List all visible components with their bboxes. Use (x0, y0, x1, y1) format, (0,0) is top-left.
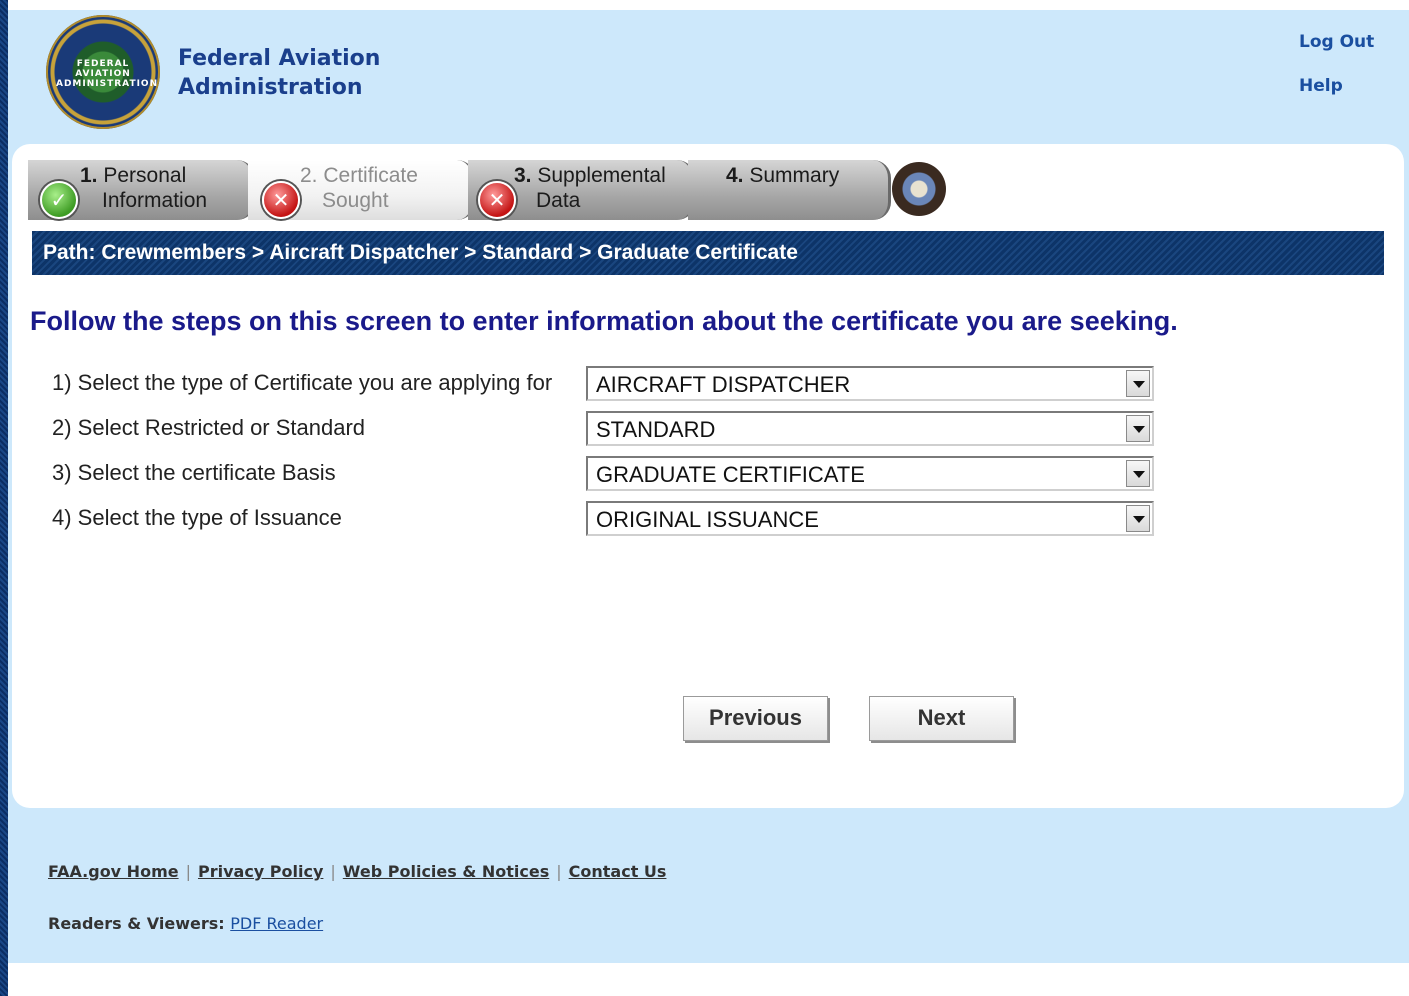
error-x-glyph: ✕ (272, 188, 290, 212)
certificate-basis-select[interactable]: GRADUATE CERTIFICATE (586, 456, 1154, 491)
step-3-label: 3. Supplemental Data (514, 163, 666, 213)
checkmark-icon: ✓ (40, 181, 78, 219)
help-link[interactable]: Help (1299, 76, 1343, 96)
footer-link-contact-us[interactable]: Contact Us (569, 862, 667, 881)
certificate-basis-value: GRADUATE CERTIFICATE (596, 462, 865, 487)
step-tab-supplemental-data[interactable]: ✕ 3. Supplemental Data (468, 160, 695, 220)
step-4-label: 4. Summary (726, 163, 839, 188)
main-panel: ✓ 1. Personal Information ✕ 2. Certifica… (12, 144, 1404, 808)
step-1-label: 1. Personal Information (80, 163, 207, 213)
footer-link-web-policies[interactable]: Web Policies & Notices (343, 862, 549, 881)
error-x-icon: ✕ (478, 181, 516, 219)
footer-separator: | (185, 862, 191, 881)
field-label-certificate-type: 1) Select the type of Certificate you ar… (52, 370, 553, 395)
faa-seal-logo-text: FEDERAL AVIATION ADMINISTRATION (56, 59, 159, 89)
footer-links: FAA.gov Home | Privacy Policy | Web Policies… (48, 862, 666, 881)
readers-viewers: Readers & Viewers: PDF Reader (48, 914, 323, 933)
page-heading: Follow the steps on this screen to enter… (30, 306, 1178, 336)
agency-name-line2: Administration (178, 75, 363, 100)
step-3-line1: Supplemental (537, 164, 666, 187)
dropdown-arrow-icon[interactable] (1126, 415, 1150, 442)
step-1-number: 1. (80, 164, 98, 187)
step-3-line2: Data (536, 189, 581, 212)
footer-link-faa-home[interactable]: FAA.gov Home (48, 862, 179, 881)
step-1-line1: Personal (103, 164, 187, 187)
field-label-restricted-standard: 2) Select Restricted or Standard (52, 415, 366, 440)
issuance-type-value: ORIGINAL ISSUANCE (596, 507, 819, 532)
dropdown-arrow-icon[interactable] (1126, 460, 1150, 487)
next-button[interactable]: Next (869, 696, 1014, 741)
footer-separator: | (556, 862, 562, 881)
globe-icon (892, 162, 946, 216)
step-4-line1: Summary (749, 164, 840, 187)
dropdown-arrow-icon[interactable] (1126, 370, 1150, 397)
step-tab-certificate-sought[interactable]: ✕ 2. Certificate Sought (248, 160, 475, 220)
step-tab-personal-information[interactable]: ✓ 1. Personal Information (28, 160, 255, 220)
agency-name: Federal Aviation Administration (178, 44, 380, 102)
step-2-line1: Certificate (323, 164, 418, 187)
dropdown-arrow-icon[interactable] (1126, 505, 1150, 532)
step-3-number: 3. (514, 164, 532, 187)
left-edge-bar (0, 0, 8, 996)
step-tab-summary[interactable]: 4. Summary (688, 160, 891, 220)
pdf-reader-link[interactable]: PDF Reader (230, 914, 323, 933)
step-2-line2: Sought (322, 189, 389, 212)
bottom-strip (8, 963, 1409, 996)
step-4-number: 4. (726, 164, 744, 187)
issuance-type-select[interactable]: ORIGINAL ISSUANCE (586, 501, 1154, 536)
logout-link[interactable]: Log Out (1299, 32, 1374, 52)
faa-seal-logo: FEDERAL AVIATION ADMINISTRATION (46, 15, 160, 129)
error-x-icon: ✕ (262, 181, 300, 219)
certificate-type-value: AIRCRAFT DISPATCHER (596, 372, 851, 397)
breadcrumb-path: Path: Crewmembers > Aircraft Dispatcher … (43, 241, 798, 264)
restricted-standard-value: STANDARD (596, 417, 716, 442)
agency-name-line1: Federal Aviation (178, 46, 381, 71)
certificate-type-select[interactable]: AIRCRAFT DISPATCHER (586, 366, 1154, 401)
page-background: FEDERAL AVIATION ADMINISTRATION Federal … (8, 10, 1409, 963)
breadcrumb-path-bar: Path: Crewmembers > Aircraft Dispatcher … (32, 231, 1384, 275)
field-label-issuance-type: 4) Select the type of Issuance (52, 505, 342, 530)
previous-button[interactable]: Previous (683, 696, 828, 741)
footer-link-privacy-policy[interactable]: Privacy Policy (198, 862, 323, 881)
step-1-line2: Information (102, 189, 208, 212)
checkmark-glyph: ✓ (50, 188, 68, 212)
readers-label: Readers & Viewers: (48, 914, 225, 933)
field-label-certificate-basis: 3) Select the certificate Basis (52, 460, 336, 485)
footer-separator: | (330, 862, 336, 881)
step-2-label: 2. Certificate Sought (300, 163, 418, 213)
top-strip (0, 0, 1409, 10)
step-2-number: 2. (300, 164, 318, 187)
restricted-standard-select[interactable]: STANDARD (586, 411, 1154, 446)
error-x-glyph: ✕ (488, 188, 506, 212)
